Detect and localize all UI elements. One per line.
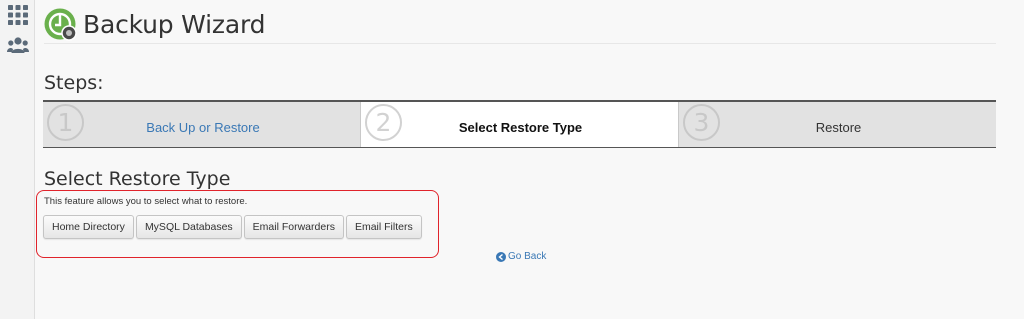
users-icon[interactable]: [7, 36, 29, 56]
section-title: Select Restore Type: [44, 168, 231, 190]
mysql-databases-button[interactable]: MySQL Databases: [135, 215, 242, 239]
step-2-active: 2 Select Restore Type: [361, 102, 679, 147]
step-1[interactable]: 1 Back Up or Restore: [43, 102, 361, 147]
email-filters-button[interactable]: Email Filters: [345, 215, 422, 239]
page-header: Backup Wizard: [44, 6, 996, 44]
feature-description: This feature allows you to select what t…: [44, 196, 248, 207]
go-back-label[interactable]: Go Back: [508, 251, 546, 263]
steps-heading: Steps:: [44, 72, 104, 94]
email-forwarders-button[interactable]: Email Forwarders: [243, 215, 344, 239]
step-3: 3 Restore: [679, 102, 996, 147]
page-title: Backup Wizard: [83, 10, 266, 39]
go-back-link[interactable]: Go Back: [496, 251, 546, 263]
step-1-label-link[interactable]: Back Up or Restore: [43, 120, 360, 136]
backup-wizard-logo-icon: [44, 8, 77, 41]
arrow-left-circle-icon: [496, 252, 506, 262]
left-sidebar: [0, 0, 35, 319]
restore-type-buttons: Home Directory MySQL Databases Email For…: [43, 215, 424, 239]
step-3-label: Restore: [815, 120, 862, 135]
step-2-label: Select Restore Type: [458, 120, 583, 135]
step-progress-bar: 1 Back Up or Restore 2 Select Restore Ty…: [43, 100, 996, 148]
home-directory-button[interactable]: Home Directory: [43, 215, 134, 239]
grid-icon[interactable]: [7, 5, 29, 25]
